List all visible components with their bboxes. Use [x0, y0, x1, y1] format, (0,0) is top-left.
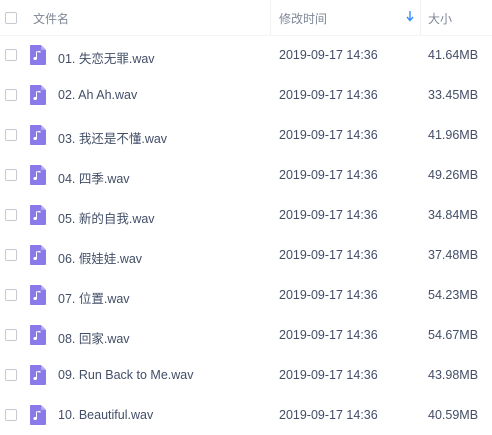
file-modified-time: 2019-09-17 14:36 [279, 168, 378, 182]
file-row[interactable]: 06. 假娃娃.wav 2019-09-17 14:36 37.48MB [0, 235, 492, 275]
row-checkbox[interactable] [5, 169, 17, 181]
row-checkbox[interactable] [5, 369, 17, 381]
music-file-icon [30, 45, 46, 65]
file-name[interactable]: 06. 假娃娃.wav [58, 248, 142, 267]
file-name[interactable]: 08. 回家.wav [58, 328, 130, 347]
column-header-name[interactable]: 文件名 [33, 10, 69, 27]
file-modified-time: 2019-09-17 14:36 [279, 408, 378, 422]
music-file-icon [30, 245, 46, 265]
file-row[interactable]: 02. Ah Ah.wav 2019-09-17 14:36 33.45MB [0, 75, 492, 115]
file-size: 54.67MB [428, 328, 479, 342]
file-size: 54.23MB [428, 288, 479, 302]
file-modified-time: 2019-09-17 14:36 [279, 48, 378, 62]
file-row[interactable]: 09. Run Back to Me.wav 2019-09-17 14:36 43… [0, 355, 492, 395]
file-name[interactable]: 05. 新的自我.wav [58, 208, 155, 227]
row-checkbox[interactable] [5, 409, 17, 421]
file-modified-time: 2019-09-17 14:36 [279, 288, 378, 302]
file-modified-time: 2019-09-17 14:36 [279, 88, 378, 102]
file-row[interactable]: 05. 新的自我.wav 2019-09-17 14:36 34.84MB [0, 195, 492, 235]
column-header-size[interactable]: 大小 [428, 10, 452, 27]
column-header-modified[interactable]: 修改时间 [279, 10, 327, 27]
music-file-icon [30, 205, 46, 225]
file-size: 43.98MB [428, 368, 479, 382]
column-divider[interactable] [270, 0, 271, 35]
file-name[interactable]: 01. 失恋无罪.wav [58, 48, 155, 67]
file-size: 40.59MB [428, 408, 479, 422]
file-size: 33.45MB [428, 88, 479, 102]
file-row[interactable]: 07. 位置.wav 2019-09-17 14:36 54.23MB [0, 275, 492, 315]
file-row[interactable]: 10. Beautiful.wav 2019-09-17 14:36 40.59MB [0, 395, 492, 435]
file-name[interactable]: 03. 我还是不懂.wav [58, 128, 167, 147]
file-name[interactable]: 04. 四季.wav [58, 168, 130, 187]
sort-descending-icon[interactable] [405, 9, 415, 23]
column-divider[interactable] [420, 0, 421, 35]
file-size: 37.48MB [428, 248, 479, 262]
file-size: 41.96MB [428, 128, 479, 142]
music-file-icon [30, 125, 46, 145]
file-modified-time: 2019-09-17 14:36 [279, 208, 378, 222]
file-name[interactable]: 10. Beautiful.wav [58, 408, 153, 422]
file-size: 41.64MB [428, 48, 479, 62]
file-size: 34.84MB [428, 208, 479, 222]
file-row[interactable]: 08. 回家.wav 2019-09-17 14:36 54.67MB [0, 315, 492, 355]
file-row[interactable]: 01. 失恋无罪.wav 2019-09-17 14:36 41.64MB [0, 35, 492, 75]
row-checkbox[interactable] [5, 49, 17, 61]
file-name[interactable]: 09. Run Back to Me.wav [58, 368, 193, 382]
row-checkbox[interactable] [5, 249, 17, 261]
file-modified-time: 2019-09-17 14:36 [279, 128, 378, 142]
row-checkbox[interactable] [5, 129, 17, 141]
music-file-icon [30, 165, 46, 185]
file-row[interactable]: 04. 四季.wav 2019-09-17 14:36 49.26MB [0, 155, 492, 195]
file-modified-time: 2019-09-17 14:36 [279, 248, 378, 262]
music-file-icon [30, 85, 46, 105]
row-checkbox[interactable] [5, 329, 17, 341]
file-size: 49.26MB [428, 168, 479, 182]
music-file-icon [30, 365, 46, 385]
file-name[interactable]: 07. 位置.wav [58, 288, 130, 307]
file-modified-time: 2019-09-17 14:36 [279, 368, 378, 382]
row-checkbox[interactable] [5, 89, 17, 101]
file-name[interactable]: 02. Ah Ah.wav [58, 88, 137, 102]
row-checkbox[interactable] [5, 209, 17, 221]
file-list-header: 文件名 修改时间 大小 [0, 0, 492, 36]
file-row[interactable]: 03. 我还是不懂.wav 2019-09-17 14:36 41.96MB [0, 115, 492, 155]
select-all-checkbox[interactable] [5, 12, 17, 24]
music-file-icon [30, 405, 46, 425]
music-file-icon [30, 285, 46, 305]
file-modified-time: 2019-09-17 14:36 [279, 328, 378, 342]
music-file-icon [30, 325, 46, 345]
row-checkbox[interactable] [5, 289, 17, 301]
